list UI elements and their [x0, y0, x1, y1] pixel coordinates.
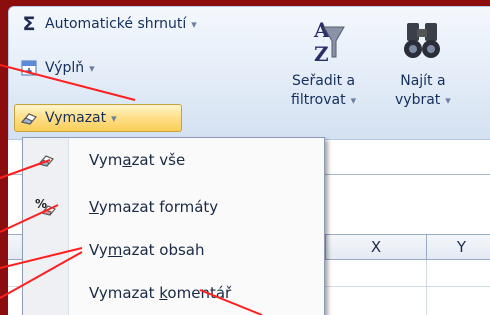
label-part: zat vše	[131, 151, 186, 169]
chevron-down-icon: ▾	[111, 111, 117, 125]
sort-filter-button[interactable]: AZ Seřadit a filtrovat ▾	[291, 17, 356, 110]
label-part: Vymazat	[89, 284, 160, 302]
eraser-icon	[19, 111, 39, 125]
chevron-down-icon: ▾	[89, 61, 95, 75]
eraser-icon	[23, 152, 69, 168]
label-part: azat obsah	[122, 241, 205, 259]
label-part: Vym	[89, 151, 123, 169]
menu-item-label: Vymazat formáty	[89, 198, 218, 216]
clear-label: Vymazat	[45, 110, 107, 126]
column-header-y[interactable]: Y	[426, 235, 490, 259]
menu-item-label: Vymazat vše	[89, 151, 185, 169]
label-part: ymazat formáty	[98, 198, 219, 216]
fill-button[interactable]: Výplň ▾	[19, 55, 95, 81]
label-part: Vy	[89, 241, 108, 259]
binoculars-icon	[395, 17, 451, 72]
svg-text:Z: Z	[314, 42, 329, 66]
fill-down-icon	[19, 60, 39, 76]
sort-filter-icon: AZ	[291, 17, 356, 72]
access-key: V	[89, 198, 99, 216]
label-part: omentář	[167, 284, 232, 302]
menu-item-clear-all[interactable]: Vymazat vše	[23, 141, 324, 179]
chevron-down-icon: ▾	[445, 94, 451, 107]
autosum-button[interactable]: Σ Automatické shrnutí ▾	[19, 11, 197, 37]
menu-item-clear-comments[interactable]: Vymazat komentář	[23, 274, 324, 312]
find-select-label-1: Najít a	[400, 73, 446, 89]
menu-item-label: Vymazat obsah	[89, 241, 205, 259]
column-header-x[interactable]: X	[325, 235, 426, 259]
clear-formats-icon: %	[23, 197, 69, 217]
grid-col-line	[426, 260, 427, 315]
ribbon-editing-group: Σ Automatické shrnutí ▾ Výplň ▾ Vymazat …	[8, 6, 490, 140]
menu-item-clear-contents[interactable]: Vymazat obsah	[23, 231, 324, 269]
menu-item-clear-formats[interactable]: % Vymazat formáty	[23, 188, 324, 226]
clear-dropdown-menu: Vymazat vše % Vymazat formáty Vymazat ob…	[22, 137, 325, 315]
clear-button[interactable]: Vymazat ▾	[14, 104, 182, 132]
sort-filter-label-1: Seřadit a	[291, 73, 356, 89]
menu-item-label: Vymazat komentář	[89, 284, 231, 302]
autosum-label: Automatické shrnutí	[45, 16, 187, 32]
sort-filter-label-2: filtrovat	[291, 92, 346, 108]
access-key: a	[122, 151, 132, 169]
sigma-icon: Σ	[22, 12, 36, 35]
fill-label: Výplň	[45, 60, 85, 76]
access-key: m	[107, 241, 123, 259]
chevron-down-icon: ▾	[350, 94, 357, 107]
chevron-down-icon: ▾	[191, 17, 197, 31]
find-select-button[interactable]: Najít a vybrat ▾	[395, 17, 451, 110]
find-select-label-2: vybrat	[395, 92, 441, 108]
